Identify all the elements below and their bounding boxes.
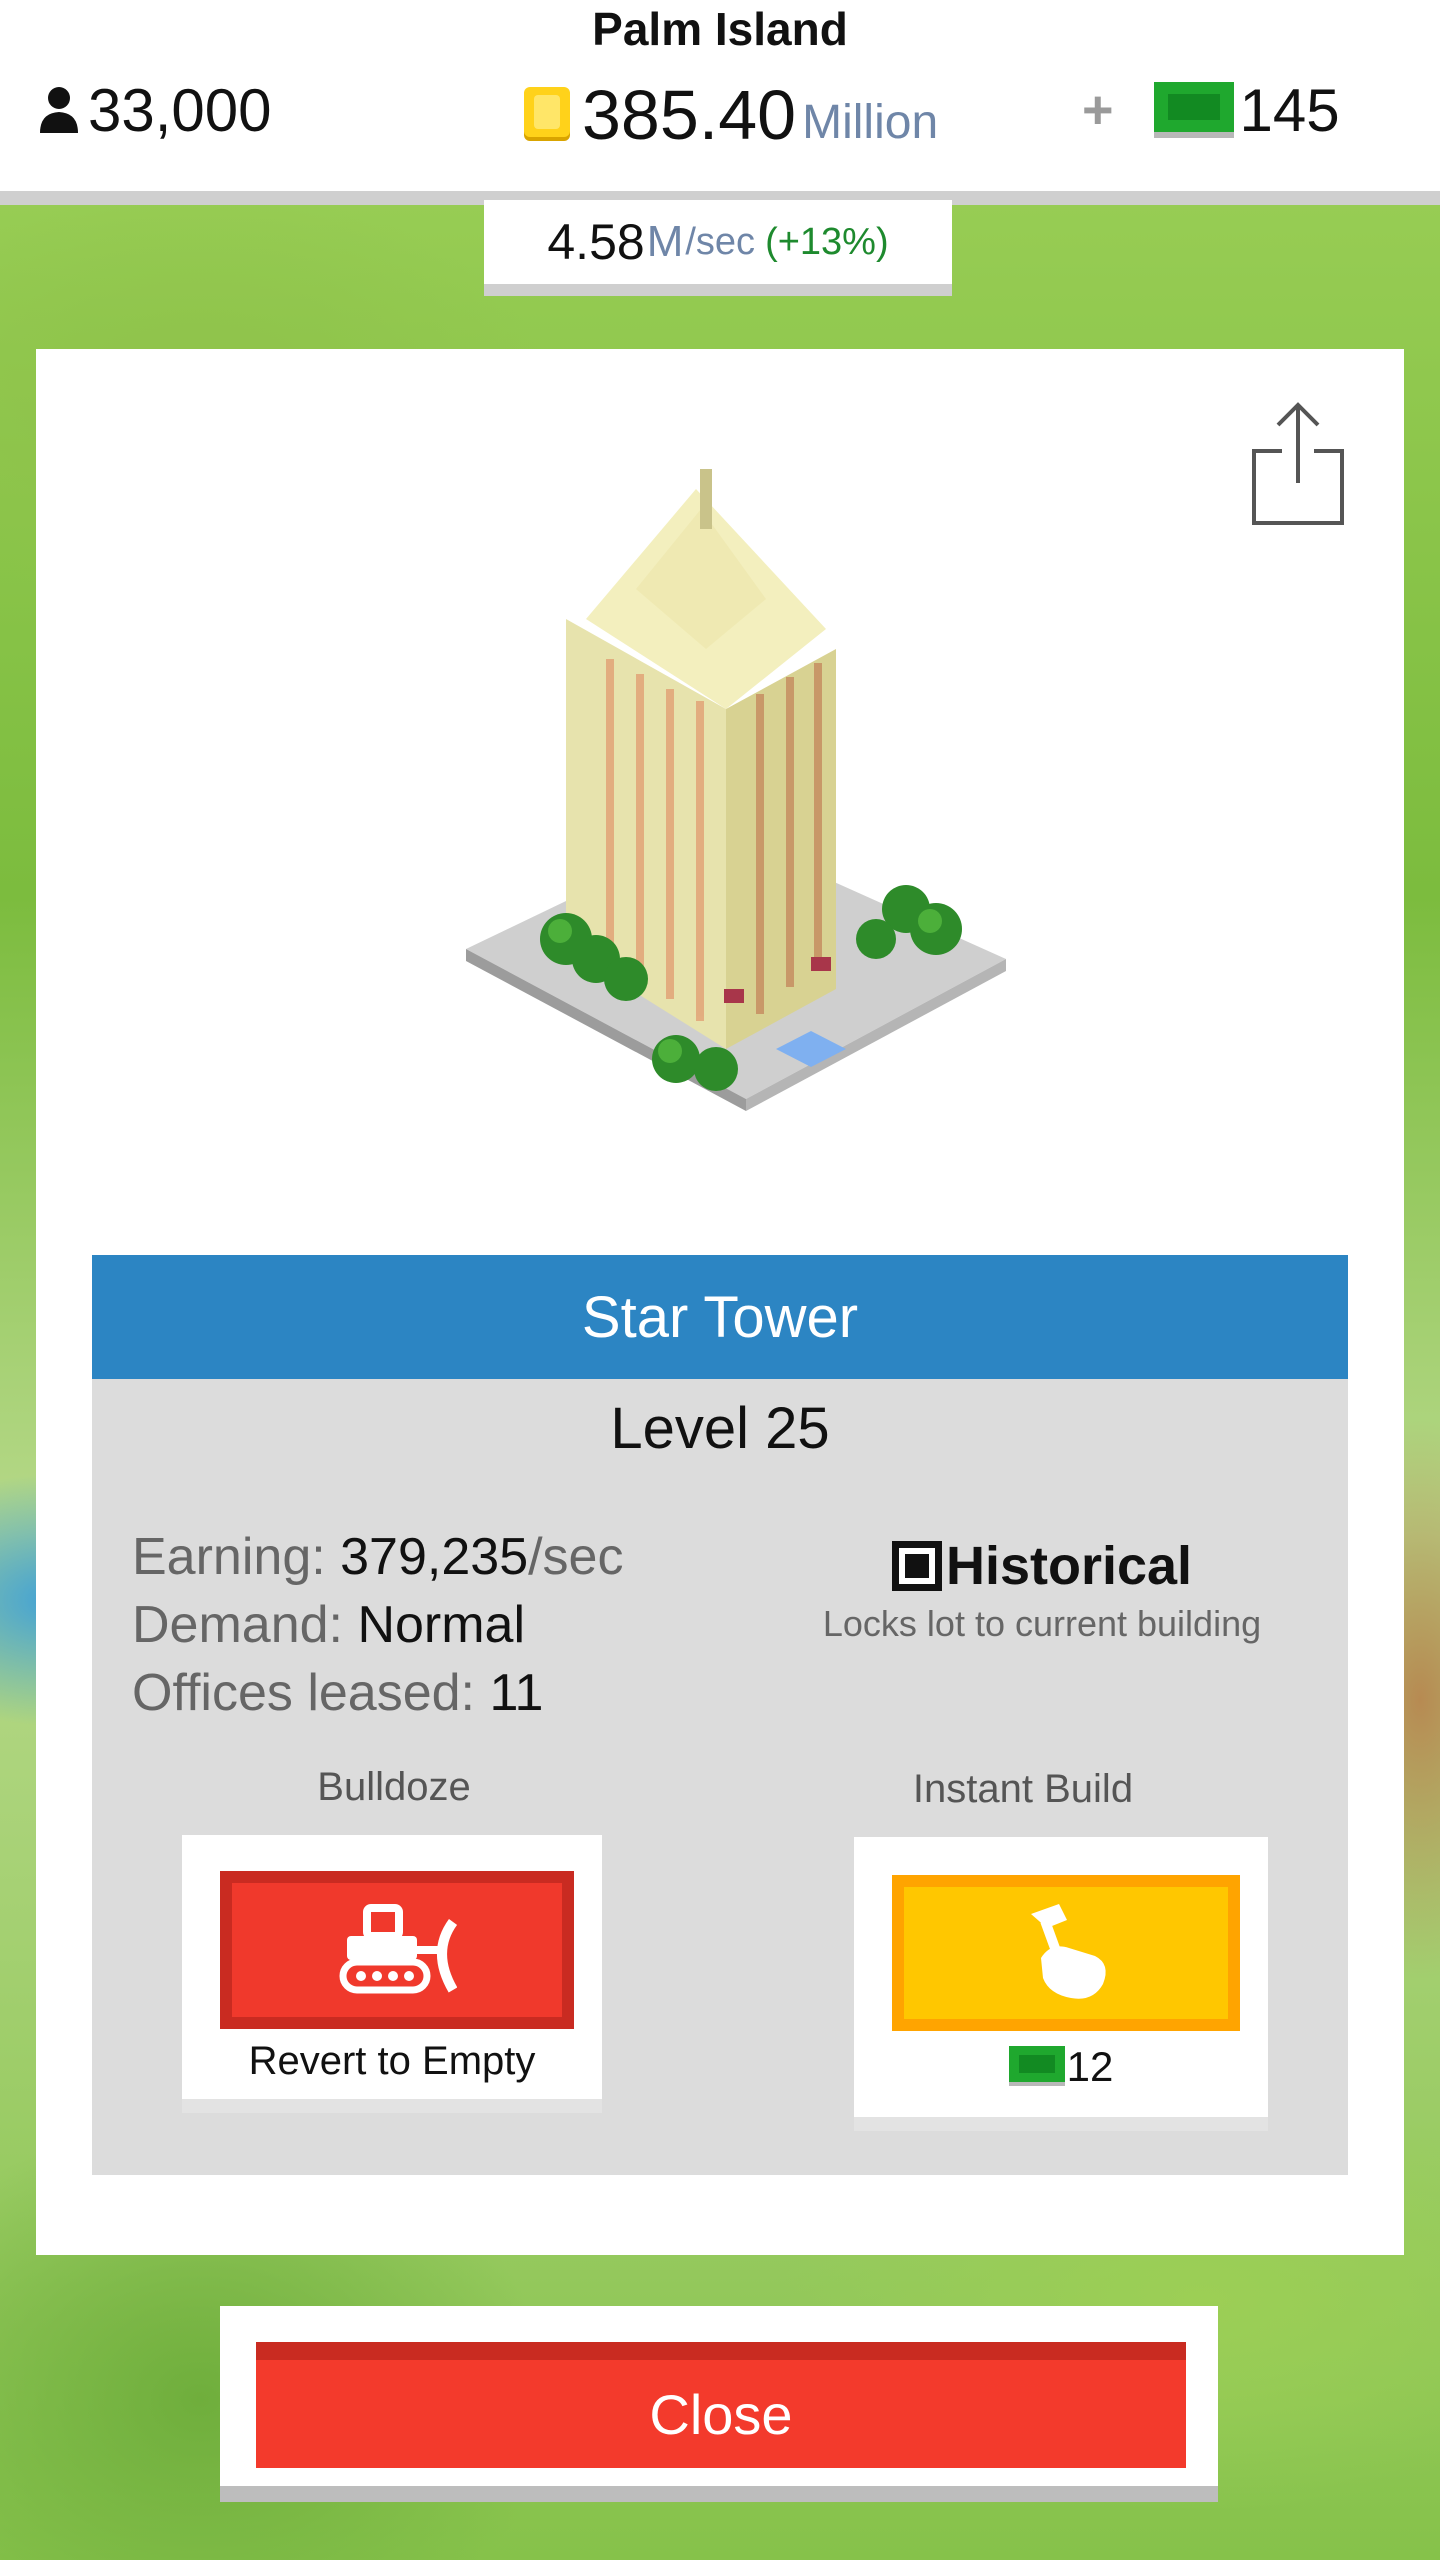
building-name: Star Tower — [92, 1255, 1348, 1379]
bulldoze-button[interactable] — [220, 1871, 574, 2029]
share-icon[interactable] — [1248, 399, 1348, 529]
income-rate-tab: 4.58 M /sec (+13%) — [484, 200, 952, 296]
building-details-box: Star Tower Level 25 Earning: 379,235/sec… — [92, 1255, 1348, 2175]
bux-counter: + 145 — [1082, 72, 1340, 148]
earning-suffix: /sec — [528, 1528, 624, 1586]
historical-toggle: Historical Locks lot to current building — [792, 1535, 1292, 1645]
instant-build-card: 12 — [854, 1837, 1268, 2131]
hammer-hand-icon — [1031, 1904, 1106, 1999]
instant-build-cost-row: 12 — [854, 2043, 1268, 2091]
building-level: Level 25 — [610, 1396, 830, 1461]
bux-value: 145 — [1239, 76, 1340, 144]
bux-icon — [1153, 82, 1234, 138]
rate-unit: M — [646, 217, 684, 266]
demand-value: Normal — [357, 1596, 526, 1654]
coin-icon — [524, 87, 570, 141]
island-name: Palm Island — [592, 3, 848, 55]
earning-value: 379,235 — [340, 1528, 529, 1586]
historical-description: Locks lot to current building — [822, 1603, 1262, 1644]
historical-label: Historical — [945, 1536, 1193, 1596]
bulldoze-caption: Revert to Empty — [248, 2039, 536, 2083]
money-counter: 385.40 Million — [520, 72, 938, 158]
instant-build-title: Instant Build — [912, 1767, 1134, 1811]
bulldoze-title: Bulldoze — [317, 1765, 471, 1809]
building-info-panel: Star Tower Level 25 Earning: 379,235/sec… — [36, 349, 1404, 2255]
instant-build-cost: 12 — [1066, 2043, 1114, 2090]
money-unit: Million — [802, 95, 939, 149]
top-status-bar: Palm Island 33,000 385.40 Million + 145 — [0, 0, 1440, 205]
earning-label: Earning: — [132, 1528, 326, 1586]
rate-value: 4.58 — [547, 214, 645, 270]
buy-bux-button[interactable]: + — [1082, 79, 1114, 141]
offices-label: Offices leased: — [132, 1664, 476, 1722]
population-counter: 33,000 — [38, 72, 272, 148]
rate-per: /sec — [685, 220, 756, 263]
demand-row: Demand: Normal — [132, 1591, 623, 1659]
instant-build-button[interactable] — [892, 1875, 1240, 2031]
population-value: 33,000 — [88, 76, 272, 144]
close-button-frame: Close — [220, 2306, 1218, 2502]
rate-change: (+13%) — [765, 220, 889, 263]
voxel-skyscraper-image — [466, 469, 1006, 1111]
offices-value: 11 — [489, 1664, 544, 1722]
person-icon — [40, 87, 78, 133]
bux-icon — [1008, 2046, 1065, 2086]
historical-checkbox-row[interactable]: Historical — [891, 1535, 1193, 1597]
demand-label: Demand: — [132, 1596, 343, 1654]
money-value: 385.40 — [582, 76, 797, 154]
bulldoze-card: Revert to Empty — [182, 1835, 602, 2113]
building-stats: Earning: 379,235/sec Demand: Normal Offi… — [132, 1523, 623, 1727]
bulldozer-icon — [339, 1904, 457, 1994]
historical-checkbox[interactable] — [891, 1541, 942, 1591]
close-button[interactable]: Close — [256, 2342, 1186, 2468]
earning-row: Earning: 379,235/sec — [132, 1523, 623, 1591]
offices-row: Offices leased: 11 — [132, 1659, 623, 1727]
